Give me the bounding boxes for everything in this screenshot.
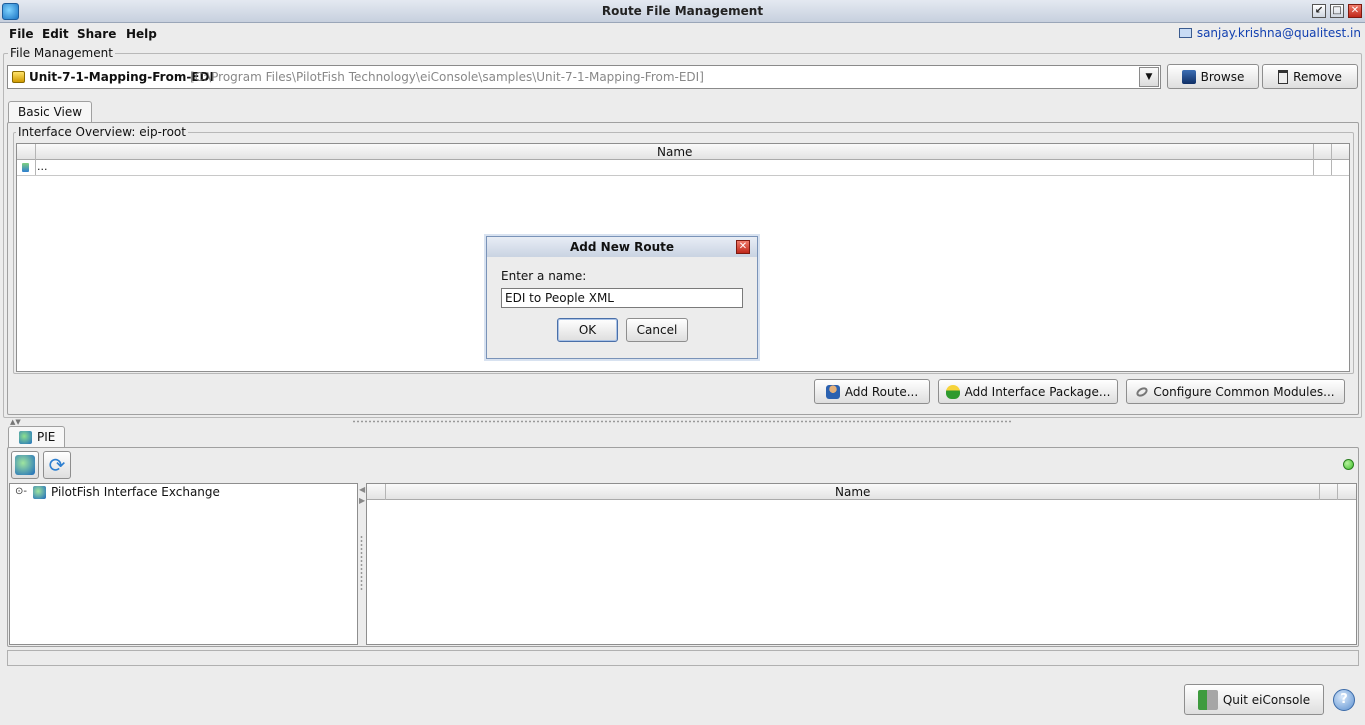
user-email: sanjay.krishna@qualitest.in [1196, 26, 1361, 40]
dialog-title-bar: Add New Route ✕ [487, 237, 757, 257]
pie-node-icon [33, 486, 46, 499]
add-route-button[interactable]: Add Route... [814, 379, 930, 404]
quit-eiconsole-label: Quit eiConsole [1222, 692, 1311, 707]
pie-table-header: Name [367, 484, 1356, 500]
tree-root-label[interactable]: PilotFish Interface Exchange [51, 485, 220, 499]
dialog-ok-label: OK [578, 323, 597, 337]
add-route-icon [825, 384, 840, 399]
dialog-cancel-button[interactable]: Cancel [626, 318, 688, 342]
maximize-button[interactable]: □ [1330, 4, 1344, 18]
table-row[interactable]: ... [17, 160, 1349, 176]
pie-name-header[interactable]: Name [835, 485, 870, 499]
pie-refresh-button[interactable]: ⟳ [43, 451, 71, 479]
exit-door-icon [1197, 689, 1218, 710]
tab-basic-view[interactable]: Basic View [8, 101, 93, 123]
route-row-icon [22, 163, 29, 172]
browse-button[interactable]: Browse [1167, 64, 1259, 89]
vertical-splitter-handle[interactable] [360, 535, 363, 590]
user-account-link[interactable]: sanjay.krishna@qualitest.in [1178, 26, 1361, 40]
split-right-arrow[interactable]: ▶ [359, 496, 365, 505]
route-file-combo[interactable]: Unit-7-1-Mapping-From-EDI [C:\Program Fi… [7, 65, 1161, 89]
close-button[interactable]: ✕ [1348, 4, 1362, 18]
menu-help[interactable]: Help [126, 27, 157, 41]
help-icon[interactable]: ? [1333, 689, 1355, 711]
window-title-bar: Route File Management ↙ □ ✕ [0, 0, 1365, 23]
tab-basic-view-label: Basic View [18, 105, 83, 119]
route-file-path: [C:\Program Files\PilotFish Technology\e… [190, 70, 704, 84]
add-new-route-dialog: Add New Route ✕ Enter a name: OK Cancel [486, 236, 758, 359]
menu-bar: File Edit Share Help sanjay.krishna@qual… [0, 23, 1365, 45]
col-divider [1337, 484, 1338, 500]
add-interface-package-button[interactable]: Add Interface Package... [938, 379, 1118, 404]
minimize-button[interactable]: ↙ [1312, 4, 1326, 18]
trash-icon [1278, 69, 1289, 84]
dialog-title: Add New Route [570, 240, 674, 254]
remove-button[interactable]: Remove [1262, 64, 1358, 89]
user-card-icon [1178, 28, 1192, 38]
window-title: Route File Management [601, 4, 764, 18]
remove-label: Remove [1293, 69, 1342, 84]
menu-share[interactable]: Share [77, 27, 116, 41]
routes-name-header[interactable]: Name [657, 145, 692, 159]
tab-pie-label: PIE [37, 430, 56, 444]
pie-detail-table: Name [366, 483, 1357, 645]
menu-file[interactable]: File [9, 27, 34, 41]
browse-icon [1181, 69, 1196, 84]
route-row-name: ... [37, 160, 48, 173]
routes-table-header: Name [17, 144, 1349, 160]
configure-common-modules-button[interactable]: Configure Common Modules... [1126, 379, 1345, 404]
route-file-icon [12, 71, 25, 83]
pie-open-button[interactable] [11, 451, 39, 479]
pie-tab-icon [19, 431, 32, 444]
configure-common-modules-label: Configure Common Modules... [1153, 384, 1335, 399]
add-interface-package-label: Add Interface Package... [964, 384, 1111, 399]
route-name-input[interactable] [501, 288, 743, 308]
browse-label: Browse [1200, 69, 1245, 84]
add-route-label: Add Route... [844, 384, 919, 399]
dialog-ok-button[interactable]: OK [557, 318, 618, 342]
dialog-prompt: Enter a name: [501, 269, 587, 283]
package-shield-icon [945, 384, 960, 399]
col-divider [1319, 484, 1320, 500]
col-divider [385, 484, 386, 500]
quit-eiconsole-button[interactable]: Quit eiConsole [1184, 684, 1324, 715]
dialog-cancel-label: Cancel [636, 323, 678, 337]
refresh-icon: ⟳ [48, 453, 66, 477]
status-bar [7, 650, 1359, 666]
tab-pie[interactable]: PIE [8, 426, 66, 448]
splitter-handle[interactable] [352, 420, 1012, 423]
split-left-arrow[interactable]: ◀ [359, 485, 365, 494]
status-indicator-icon [1343, 459, 1354, 470]
interface-overview-legend: Interface Overview: eip-root [16, 125, 188, 139]
tree-expand-icon[interactable]: ⊙- [15, 486, 27, 497]
menu-edit[interactable]: Edit [42, 27, 69, 41]
dialog-close-button[interactable]: ✕ [736, 240, 750, 254]
file-management-legend: File Management [8, 46, 115, 60]
route-file-name: Unit-7-1-Mapping-From-EDI [29, 70, 214, 84]
link-icon [1135, 385, 1150, 398]
splitter-collapse-arrows[interactable]: ▲▼ [10, 418, 21, 426]
combo-dropdown-arrow[interactable]: ▼ [1139, 67, 1159, 87]
pie-tree: ⊙- PilotFish Interface Exchange [9, 483, 358, 645]
pie-logo-icon [15, 455, 35, 475]
